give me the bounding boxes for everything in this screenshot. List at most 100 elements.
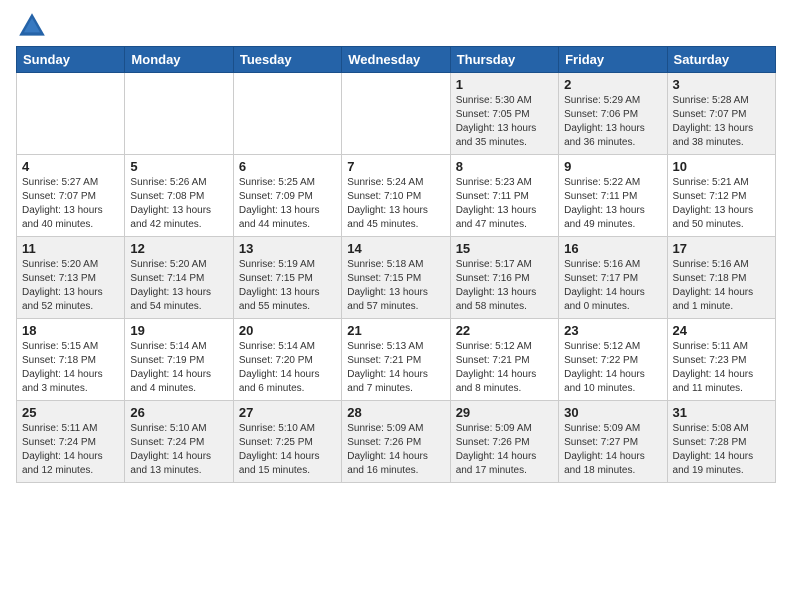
logo-icon [16,10,48,42]
day-number: 12 [130,241,227,256]
calendar-cell: 10 Sunrise: 5:21 AM Sunset: 7:12 PM Dayli… [667,155,775,237]
day-info: Sunrise: 5:30 AM Sunset: 7:05 PM Dayligh… [456,94,553,150]
calendar-cell: 11Sunrise: 5:20 AM Sunset: 7:13 PM Dayli… [17,237,125,319]
day-info: Sunrise: 5:14 AM Sunset: 7:20 PM Dayligh… [239,340,336,396]
calendar-cell: 2Sunrise: 5:29 AM Sunset: 7:06 PM Daylig… [559,73,667,155]
calendar-cell: 24 Sunrise: 5:11 AM Sunset: 7:23 PM Dayli… [667,319,775,401]
weekday-header-tuesday: Tuesday [233,47,341,73]
day-info: Sunrise: 5:19 AM Sunset: 7:15 PM Dayligh… [239,258,336,314]
day-number: 20 [239,323,336,338]
calendar-cell: 4 Sunrise: 5:27 AM Sunset: 7:07 PM Daylig… [17,155,125,237]
day-number: 4 [22,159,119,174]
day-info: Sunrise: 5:28 AM Sunset: 7:07 PM Dayligh… [673,94,770,150]
calendar-cell: 25 Sunrise: 5:11 AM Sunset: 7:24 PM Dayli… [17,401,125,483]
day-number: 3 [673,77,770,92]
day-number: 10 [673,159,770,174]
page: SundayMondayTuesdayWednesdayThursdayFrid… [0,0,792,499]
day-number: 17 [673,241,770,256]
day-number: 18 [22,323,119,338]
calendar-cell: 31 Sunrise: 5:08 AM Sunset: 7:28 PM Dayli… [667,401,775,483]
day-number: 21 [347,323,444,338]
day-info: Sunrise: 5:09 AM Sunset: 7:27 PM Dayligh… [564,422,661,478]
calendar-cell: 15 Sunrise: 5:17 AM Sunset: 7:16 PM Dayli… [450,237,558,319]
day-number: 5 [130,159,227,174]
weekday-header-thursday: Thursday [450,47,558,73]
calendar-cell: 28 Sunrise: 5:09 AM Sunset: 7:26 PM Dayli… [342,401,450,483]
day-number: 30 [564,405,661,420]
day-number: 13 [239,241,336,256]
day-number: 14 [347,241,444,256]
day-number: 27 [239,405,336,420]
day-info: Sunrise: 5:12 AM Sunset: 7:22 PM Dayligh… [564,340,661,396]
day-info: Sunrise: 5:09 AM Sunset: 7:26 PM Dayligh… [456,422,553,478]
calendar-cell: 14 Sunrise: 5:18 AM Sunset: 7:15 PM Dayli… [342,237,450,319]
calendar-cell: 7Sunrise: 5:24 AM Sunset: 7:10 PM Daylig… [342,155,450,237]
weekday-header-friday: Friday [559,47,667,73]
day-info: Sunrise: 5:16 AM Sunset: 7:17 PM Dayligh… [564,258,661,314]
day-number: 7 [347,159,444,174]
calendar-cell: 17 Sunrise: 5:16 AM Sunset: 7:18 PM Dayli… [667,237,775,319]
weekday-header-monday: Monday [125,47,233,73]
calendar-cell: 6Sunrise: 5:25 AM Sunset: 7:09 PM Daylig… [233,155,341,237]
calendar-cell [233,73,341,155]
day-info: Sunrise: 5:12 AM Sunset: 7:21 PM Dayligh… [456,340,553,396]
calendar-cell: 23 Sunrise: 5:12 AM Sunset: 7:22 PM Dayli… [559,319,667,401]
day-info: Sunrise: 5:09 AM Sunset: 7:26 PM Dayligh… [347,422,444,478]
calendar-cell: 26Sunrise: 5:10 AM Sunset: 7:24 PM Dayli… [125,401,233,483]
week-row-5: 25 Sunrise: 5:11 AM Sunset: 7:24 PM Dayli… [17,401,776,483]
day-info: Sunrise: 5:23 AM Sunset: 7:11 PM Dayligh… [456,176,553,232]
day-info: Sunrise: 5:21 AM Sunset: 7:12 PM Dayligh… [673,176,770,232]
calendar-cell: 3 Sunrise: 5:28 AM Sunset: 7:07 PM Daylig… [667,73,775,155]
weekday-header-row: SundayMondayTuesdayWednesdayThursdayFrid… [17,47,776,73]
day-number: 15 [456,241,553,256]
calendar-cell: 21Sunrise: 5:13 AM Sunset: 7:21 PM Dayli… [342,319,450,401]
calendar-cell: 16 Sunrise: 5:16 AM Sunset: 7:17 PM Dayli… [559,237,667,319]
calendar-cell [125,73,233,155]
calendar-cell: 29 Sunrise: 5:09 AM Sunset: 7:26 PM Dayli… [450,401,558,483]
day-info: Sunrise: 5:14 AM Sunset: 7:19 PM Dayligh… [130,340,227,396]
calendar-table: SundayMondayTuesdayWednesdayThursdayFrid… [16,46,776,483]
calendar-cell: 22 Sunrise: 5:12 AM Sunset: 7:21 PM Dayli… [450,319,558,401]
day-info: Sunrise: 5:20 AM Sunset: 7:14 PM Dayligh… [130,258,227,314]
calendar-cell: 1Sunrise: 5:30 AM Sunset: 7:05 PM Daylig… [450,73,558,155]
day-number: 28 [347,405,444,420]
calendar-cell: 9Sunrise: 5:22 AM Sunset: 7:11 PM Daylig… [559,155,667,237]
calendar-cell: 19 Sunrise: 5:14 AM Sunset: 7:19 PM Dayli… [125,319,233,401]
weekday-header-saturday: Saturday [667,47,775,73]
day-info: Sunrise: 5:08 AM Sunset: 7:28 PM Dayligh… [673,422,770,478]
calendar-cell: 8Sunrise: 5:23 AM Sunset: 7:11 PM Daylig… [450,155,558,237]
day-info: Sunrise: 5:15 AM Sunset: 7:18 PM Dayligh… [22,340,119,396]
day-number: 29 [456,405,553,420]
day-info: Sunrise: 5:18 AM Sunset: 7:15 PM Dayligh… [347,258,444,314]
day-number: 24 [673,323,770,338]
header [16,10,776,42]
day-info: Sunrise: 5:11 AM Sunset: 7:23 PM Dayligh… [673,340,770,396]
week-row-2: 4 Sunrise: 5:27 AM Sunset: 7:07 PM Daylig… [17,155,776,237]
day-info: Sunrise: 5:26 AM Sunset: 7:08 PM Dayligh… [130,176,227,232]
calendar-cell [17,73,125,155]
week-row-4: 18 Sunrise: 5:15 AM Sunset: 7:18 PM Dayli… [17,319,776,401]
calendar-cell: 30 Sunrise: 5:09 AM Sunset: 7:27 PM Dayli… [559,401,667,483]
week-row-3: 11Sunrise: 5:20 AM Sunset: 7:13 PM Dayli… [17,237,776,319]
calendar-cell: 13 Sunrise: 5:19 AM Sunset: 7:15 PM Dayli… [233,237,341,319]
calendar-cell: 27Sunrise: 5:10 AM Sunset: 7:25 PM Dayli… [233,401,341,483]
day-number: 25 [22,405,119,420]
day-info: Sunrise: 5:10 AM Sunset: 7:24 PM Dayligh… [130,422,227,478]
day-info: Sunrise: 5:11 AM Sunset: 7:24 PM Dayligh… [22,422,119,478]
calendar-cell [342,73,450,155]
day-number: 31 [673,405,770,420]
day-info: Sunrise: 5:16 AM Sunset: 7:18 PM Dayligh… [673,258,770,314]
day-info: Sunrise: 5:27 AM Sunset: 7:07 PM Dayligh… [22,176,119,232]
calendar-cell: 20 Sunrise: 5:14 AM Sunset: 7:20 PM Dayli… [233,319,341,401]
weekday-header-wednesday: Wednesday [342,47,450,73]
day-number: 22 [456,323,553,338]
day-number: 19 [130,323,227,338]
weekday-header-sunday: Sunday [17,47,125,73]
day-info: Sunrise: 5:25 AM Sunset: 7:09 PM Dayligh… [239,176,336,232]
day-info: Sunrise: 5:17 AM Sunset: 7:16 PM Dayligh… [456,258,553,314]
day-number: 9 [564,159,661,174]
day-number: 16 [564,241,661,256]
day-number: 23 [564,323,661,338]
logo [16,10,52,42]
calendar-cell: 5 Sunrise: 5:26 AM Sunset: 7:08 PM Daylig… [125,155,233,237]
